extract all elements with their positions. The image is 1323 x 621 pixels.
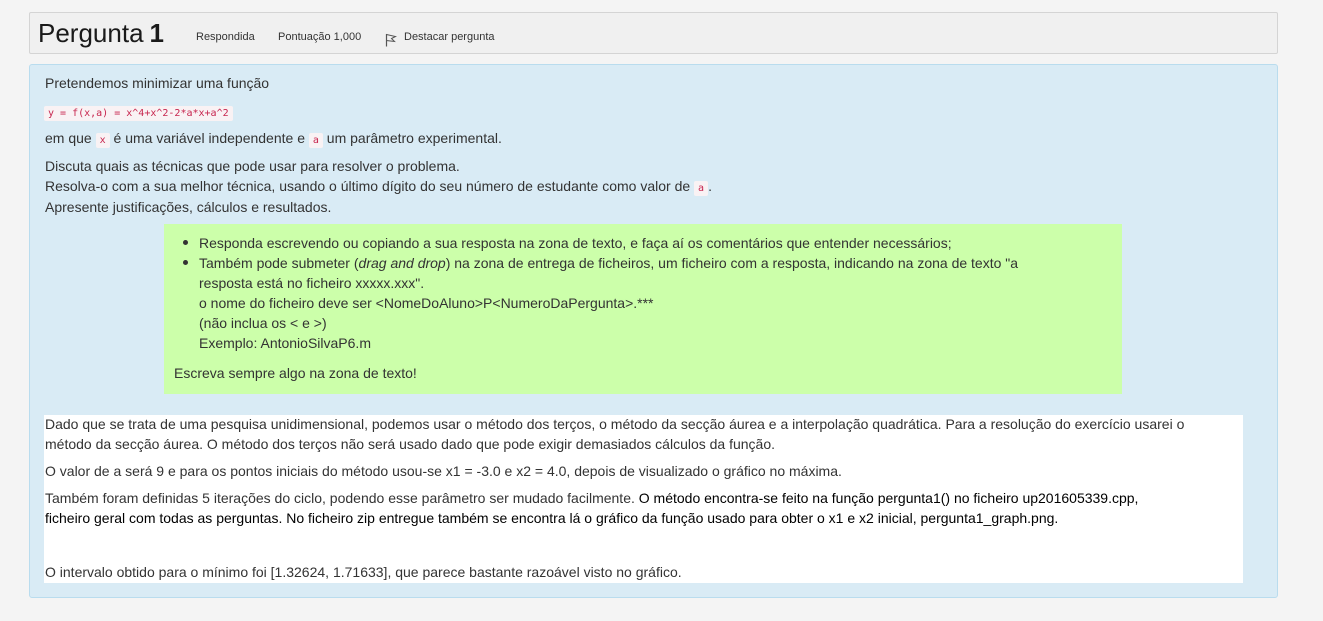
answer-text-normal: Também foram definidas 5 iterações do ci… bbox=[45, 490, 639, 506]
answer-text-area[interactable]: Dado que se trata de uma pesquisa unidim… bbox=[44, 415, 1243, 583]
answer-text-bold: O método encontra-se feito na função per… bbox=[638, 490, 1139, 506]
answer-paragraph: O valor de a será 9 e para os pontos ini… bbox=[45, 463, 842, 479]
statement-justify: Apresente justificações, cálculos e resu… bbox=[45, 199, 332, 215]
variable-x-code: x bbox=[95, 133, 110, 148]
formula-code: y = f(x,a) = x^4+x^2-2*a*x+a^2 bbox=[44, 106, 233, 121]
statement-solve: Resolva-o com a sua melhor técnica, usan… bbox=[45, 178, 712, 196]
bullet-dot bbox=[183, 240, 188, 245]
statement-intro: Pretendemos minimizar uma função bbox=[45, 75, 270, 91]
variable-a-code: a bbox=[308, 133, 323, 148]
answer-paragraph: O intervalo obtido para o mínimo foi [1.… bbox=[45, 564, 682, 580]
statement-text: um parâmetro experimental. bbox=[326, 130, 502, 146]
instruction-emphasis: drag and drop bbox=[358, 255, 446, 271]
statement-text: . bbox=[708, 178, 712, 194]
instruction-text: (não inclua os < e >) bbox=[199, 315, 327, 331]
instructions-footer: Escreva sempre algo na zona de texto! bbox=[174, 365, 417, 381]
question-status: Respondida bbox=[196, 31, 255, 43]
instruction-text: resposta está no ficheiro xxxxx.xxx". bbox=[199, 275, 425, 291]
question-info-header: Pergunta 1 Respondida Pontuação 1,000 Des… bbox=[29, 12, 1278, 54]
answer-paragraph: Também foram definidas 5 iterações do ci… bbox=[45, 490, 1138, 506]
instruction-text: Exemplo: AntonioSilvaP6.m bbox=[199, 335, 371, 351]
statement-text: é uma variável independente e bbox=[113, 130, 305, 146]
answer-text-bold: ficheiro geral com todas as perguntas. N… bbox=[45, 510, 1059, 526]
flag-question-link[interactable]: Destacar pergunta bbox=[404, 31, 495, 43]
variable-a-code: a bbox=[694, 181, 709, 196]
question-title: Pergunta 1 bbox=[38, 18, 164, 49]
instruction-text: o nome do ficheiro deve ser <NomeDoAluno… bbox=[199, 295, 654, 311]
instruction-text: Responda escrevendo ou copiando a sua re… bbox=[199, 235, 952, 251]
statement-variables: em que x é uma variável independente e a… bbox=[45, 130, 502, 148]
statement-text: Resolva-o com a sua melhor técnica, usan… bbox=[45, 178, 691, 194]
statement-discuss: Discuta quais as técnicas que pode usar … bbox=[45, 158, 460, 174]
instruction-segment: Também pode submeter ( bbox=[199, 255, 359, 271]
answer-paragraph: Dado que se trata de uma pesquisa unidim… bbox=[45, 416, 1185, 432]
instruction-segment: ) na zona de entrega de ficheiros, um fi… bbox=[445, 255, 1019, 271]
answer-paragraph: método da secção áurea. O método dos ter… bbox=[45, 436, 776, 452]
question-grade: Pontuação 1,000 bbox=[278, 31, 362, 43]
question-number: 1 bbox=[149, 18, 164, 48]
instructions-box: Responda escrevendo ou copiando a sua re… bbox=[164, 224, 1122, 394]
statement-text: em que bbox=[45, 130, 92, 146]
question-title-word: Pergunta bbox=[38, 18, 144, 48]
question-formulation: Pretendemos minimizar uma função y = f(x… bbox=[29, 64, 1278, 598]
flag-icon[interactable] bbox=[385, 33, 397, 47]
instruction-text: Também pode submeter (drag and drop) na … bbox=[199, 255, 1018, 271]
bullet-dot bbox=[183, 260, 188, 265]
